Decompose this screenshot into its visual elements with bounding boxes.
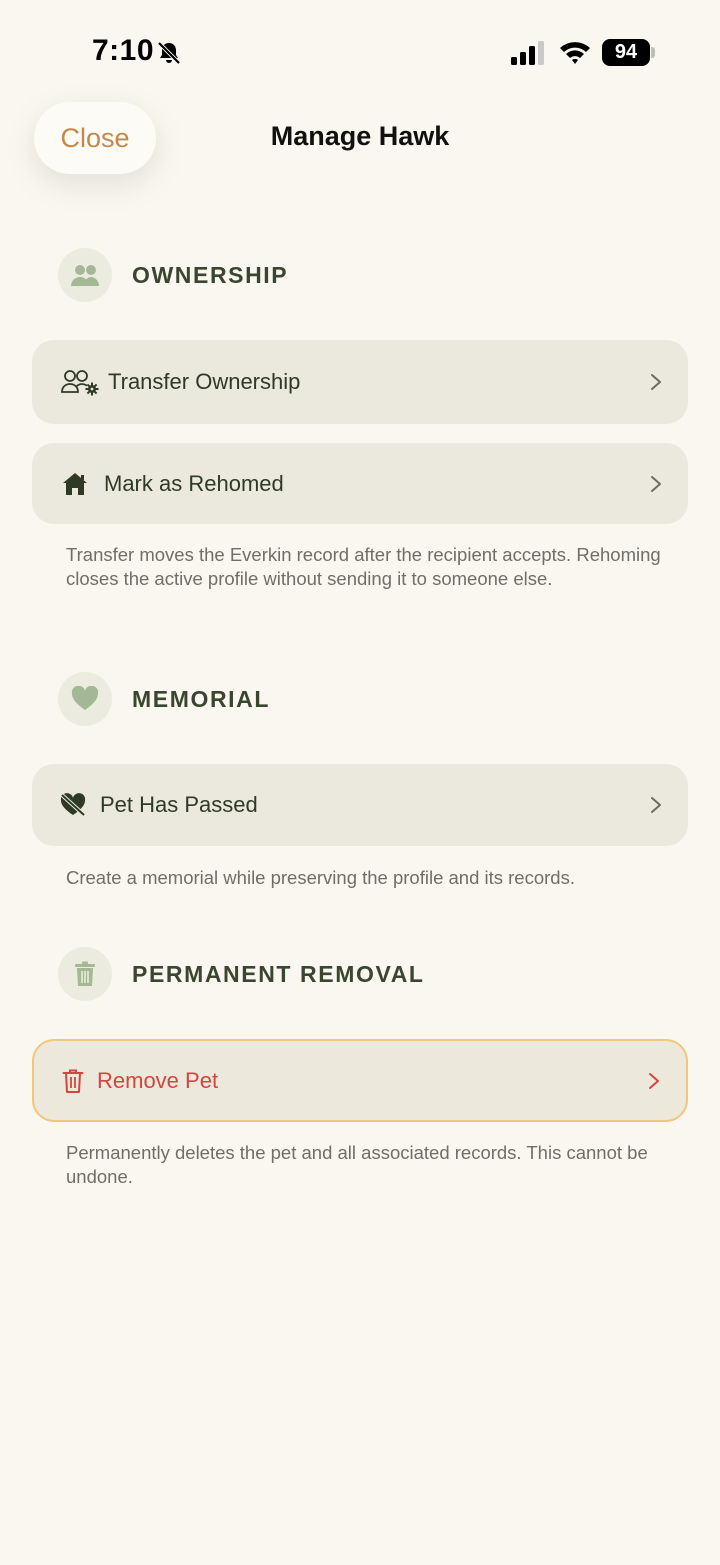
manage-pet-screen: 7:10 94 Close Manage Hawk OWNERSHIP Tran… (0, 0, 720, 1565)
ownership-footnote: Transfer moves the Everkin record after … (66, 544, 661, 589)
battery-nub (651, 47, 655, 58)
section-header-memorial: MEMORIAL (58, 672, 678, 726)
page-title: Manage Hawk (270, 121, 450, 151)
row-label: Mark as Rehomed (104, 470, 284, 496)
memorial-footnote: Create a memorial while preserving the p… (66, 867, 575, 888)
heart-slash-icon (60, 793, 86, 817)
status-time: 7:10 (92, 34, 155, 67)
bell-slash-icon (157, 41, 181, 65)
wifi-icon (560, 42, 590, 64)
trash-icon (58, 947, 112, 1001)
section-title: OWNERSHIP (132, 262, 289, 288)
mark-as-rehomed-row[interactable]: Mark as Rehomed (32, 443, 688, 524)
chevron-right-icon (651, 797, 661, 813)
removal-footnote: Permanently deletes the pet and all asso… (66, 1142, 648, 1187)
row-label: Pet Has Passed (100, 792, 258, 817)
signal-icon (511, 41, 544, 65)
chevron-right-icon (649, 1072, 659, 1089)
battery-icon: 94 (602, 39, 650, 66)
section-header-removal: PERMANENT REMOVAL (58, 947, 678, 1001)
section-title: PERMANENT REMOVAL (132, 961, 425, 987)
trash-icon (62, 1069, 84, 1093)
people-icon (58, 248, 112, 302)
row-label: Remove Pet (97, 1067, 219, 1093)
house-icon (63, 472, 87, 495)
chevron-right-icon (651, 475, 661, 492)
section-header-ownership: OWNERSHIP (58, 248, 678, 302)
status-bar: 7:10 94 (0, 0, 720, 100)
people-gear-icon (61, 370, 99, 396)
heart-icon (58, 672, 112, 726)
transfer-ownership-row[interactable]: Transfer Ownership (32, 340, 688, 424)
chevron-right-icon (651, 374, 661, 390)
row-label: Transfer Ownership (108, 369, 301, 394)
section-title: MEMORIAL (132, 686, 271, 712)
pet-has-passed-row[interactable]: Pet Has Passed (32, 764, 688, 846)
remove-pet-row[interactable]: Remove Pet (32, 1039, 688, 1122)
